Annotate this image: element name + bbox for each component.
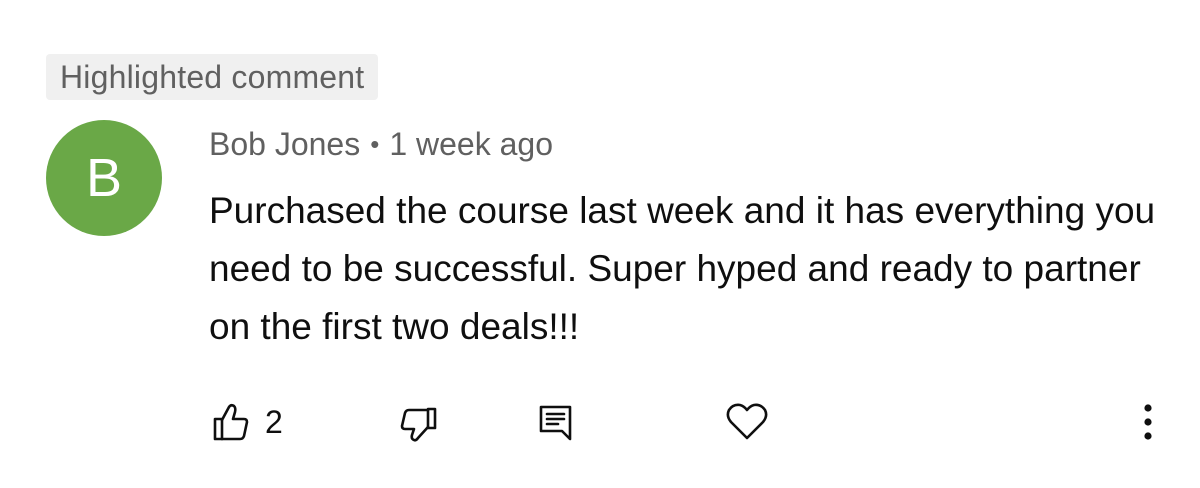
like-count: 2 (265, 403, 283, 440)
meta-separator: • (370, 128, 380, 159)
thumbs-down-icon (399, 402, 437, 442)
heart-button[interactable] (725, 396, 769, 448)
more-actions-button[interactable] (1136, 396, 1160, 448)
like-button[interactable]: 2 (213, 396, 283, 448)
heart-icon (725, 402, 769, 442)
more-vertical-icon (1136, 400, 1160, 444)
comment-actions: 2 (0, 396, 1200, 448)
comment-timestamp[interactable]: 1 week ago (389, 126, 553, 163)
comment-page: Highlighted comment B Bob Jones • 1 week… (0, 0, 1200, 488)
comment-icon (538, 401, 574, 443)
avatar[interactable]: B (46, 120, 162, 236)
thumbs-up-icon (213, 402, 249, 442)
comment-text: Purchased the course last week and it ha… (209, 190, 1156, 347)
reply-button[interactable] (538, 396, 574, 448)
dislike-button[interactable] (399, 396, 437, 448)
comment-meta: Bob Jones • 1 week ago (209, 124, 553, 164)
avatar-letter: B (85, 148, 123, 208)
highlighted-comment-label: Highlighted comment (46, 54, 379, 100)
author-name[interactable]: Bob Jones (209, 126, 360, 163)
